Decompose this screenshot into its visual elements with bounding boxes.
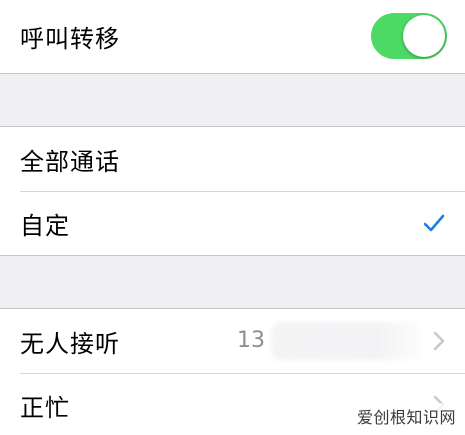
no-answer-value-wrap: 13	[237, 322, 445, 360]
option-all-calls[interactable]: 全部通话	[0, 127, 465, 191]
option-custom[interactable]: 自定	[0, 191, 465, 255]
site-watermark: 爱创根知识网	[353, 403, 459, 429]
call-forwarding-row[interactable]: 呼叫转移	[0, 0, 465, 73]
redacted-number-blur	[271, 322, 421, 360]
call-forwarding-settings-screen: 呼叫转移 全部通话 自定 无人接听 13 正忙 爱创根知识网	[0, 0, 465, 435]
toggle-knob[interactable]	[403, 15, 445, 57]
checkmark-icon	[423, 214, 445, 232]
custom-label: 自定	[20, 211, 70, 240]
condition-no-answer[interactable]: 无人接听 13	[0, 309, 465, 373]
forwarding-scope-group: 全部通话 自定	[0, 126, 465, 256]
no-answer-number: 13	[237, 328, 265, 353]
call-forwarding-toggle[interactable]	[371, 13, 447, 59]
call-forwarding-group: 呼叫转移	[0, 0, 465, 74]
no-answer-value: 13	[237, 322, 421, 360]
no-answer-label: 无人接听	[20, 329, 120, 358]
chevron-right-icon	[433, 331, 445, 351]
call-forwarding-label: 呼叫转移	[20, 24, 120, 53]
all-calls-label: 全部通话	[20, 147, 120, 176]
